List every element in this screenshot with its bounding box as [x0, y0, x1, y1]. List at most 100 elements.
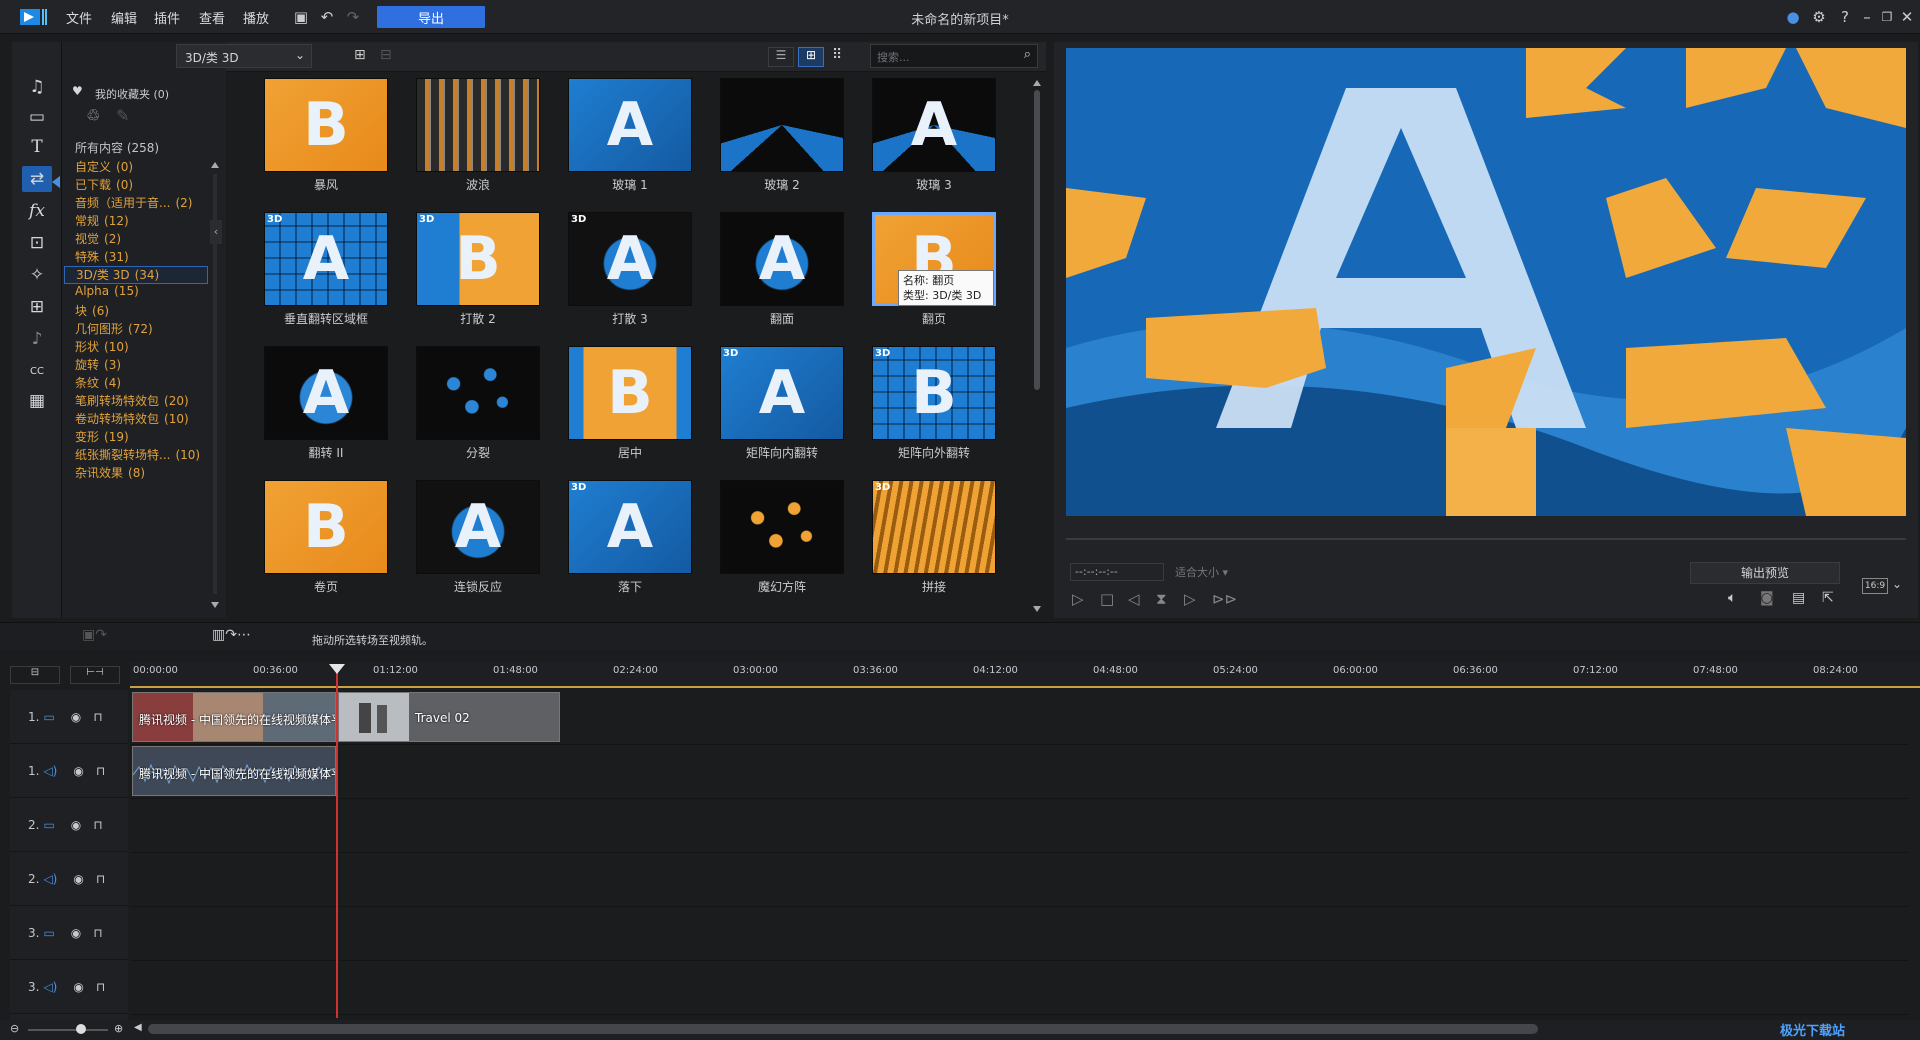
- zoom-slider-handle[interactable]: [76, 1024, 86, 1034]
- all-content-item[interactable]: 所有内容 (258): [75, 139, 159, 156]
- transition-room-icon[interactable]: ⇄: [22, 166, 52, 192]
- playhead[interactable]: [336, 672, 338, 1018]
- category-item[interactable]: 条纹 (4): [75, 374, 121, 391]
- category-item[interactable]: 形状 (10): [75, 338, 129, 355]
- grid-room-icon[interactable]: ▦: [22, 388, 52, 414]
- zoom-out-icon[interactable]: ⊖: [10, 1022, 19, 1035]
- eye-icon[interactable]: ◉: [73, 764, 83, 778]
- subtitle-icon[interactable]: ▤: [1792, 590, 1805, 606]
- chevron-down-icon[interactable]: ⌄: [1892, 577, 1902, 591]
- transition-tile[interactable]: A 玻璃 3: [872, 78, 996, 192]
- aspect-ratio-button[interactable]: 16:9: [1862, 578, 1888, 594]
- transition-tile[interactable]: 玻璃 2: [720, 78, 844, 192]
- pip-room-icon[interactable]: ⊡: [22, 230, 52, 256]
- category-item[interactable]: 3D/类 3D (34): [64, 266, 208, 284]
- gear-icon[interactable]: ⚙: [1808, 6, 1830, 28]
- fast-forward-icon[interactable]: ⊳⊳: [1212, 590, 1237, 608]
- new-item-icon[interactable]: ⊞: [354, 47, 366, 63]
- collapse-panel-icon[interactable]: ‹: [210, 220, 222, 244]
- video-clip[interactable]: 腾讯视频 - 中国领先的在线视频媒体平: [132, 692, 336, 742]
- add-favorite-icon[interactable]: ♲: [86, 106, 100, 125]
- category-item[interactable]: 纸张撕裂转场特... (10): [75, 446, 200, 463]
- lock-icon[interactable]: ⊓: [93, 926, 102, 940]
- video-room-icon[interactable]: ▭: [22, 104, 52, 130]
- fit-timeline-button[interactable]: ⊢⊣: [70, 666, 120, 684]
- split-icon[interactable]: ⧗: [1156, 590, 1167, 608]
- lock-icon[interactable]: ⊓: [96, 872, 105, 886]
- library-scrollbar[interactable]: [1032, 78, 1042, 614]
- remove-favorite-icon[interactable]: ✎: [116, 106, 129, 125]
- category-item[interactable]: 已下载 (0): [75, 176, 133, 193]
- transition-tile[interactable]: 3D 拼接: [872, 480, 996, 594]
- transition-tile[interactable]: A 3D 打散 3: [568, 212, 692, 326]
- menu-file[interactable]: 文件: [66, 8, 92, 27]
- notification-icon[interactable]: ●: [1782, 6, 1804, 28]
- remove-item-icon[interactable]: ⊟: [380, 47, 392, 63]
- favorites-item[interactable]: 我的收藏夹 (0): [95, 86, 169, 102]
- fit-size-select[interactable]: 适合大小 ▾: [1175, 564, 1228, 580]
- category-item[interactable]: 几何图形 (72): [75, 320, 153, 337]
- title-room-icon[interactable]: T: [22, 134, 52, 160]
- particle-room-icon[interactable]: ✧: [22, 262, 52, 288]
- previous-frame-icon[interactable]: ◁: [1128, 590, 1140, 608]
- seek-bar[interactable]: [1066, 538, 1906, 540]
- eye-icon[interactable]: ◉: [73, 980, 83, 994]
- transition-tile[interactable]: B 居中: [568, 346, 692, 460]
- category-item[interactable]: 自定义 (0): [75, 158, 133, 175]
- playhead-handle-icon[interactable]: [329, 664, 345, 676]
- transition-tile[interactable]: B 暴风: [264, 78, 388, 192]
- next-frame-icon[interactable]: ▷: [1184, 590, 1196, 608]
- transition-tile[interactable]: 波浪: [416, 78, 540, 192]
- list-view-icon[interactable]: ☰: [768, 47, 794, 67]
- category-item[interactable]: 变形 (19): [75, 428, 129, 445]
- menu-play[interactable]: 播放: [243, 8, 269, 27]
- audio-clip[interactable]: 腾讯视频 - 中国领先的在线视频媒体平: [132, 746, 336, 796]
- volume-icon[interactable]: 🔈︎: [1728, 590, 1736, 606]
- zoom-slider[interactable]: [28, 1029, 108, 1031]
- category-dropdown[interactable]: 3D/类 3D ⌄: [176, 44, 312, 68]
- category-item[interactable]: 视觉 (2): [75, 230, 121, 247]
- eye-icon[interactable]: ◉: [73, 872, 83, 886]
- effects-room-icon[interactable]: fx: [22, 198, 52, 224]
- small-grid-icon[interactable]: ⠿: [832, 47, 842, 63]
- subtitle-room-icon[interactable]: CC: [22, 358, 52, 384]
- lock-icon[interactable]: ⊓: [93, 710, 102, 724]
- transition-tile[interactable]: A 玻璃 1: [568, 78, 692, 192]
- transition-tile[interactable]: A 3D 落下: [568, 480, 692, 594]
- search-icon[interactable]: ⌕: [1024, 47, 1031, 62]
- chapter-room-icon[interactable]: ⊞: [22, 294, 52, 320]
- stop-icon[interactable]: □: [1100, 590, 1114, 608]
- eye-icon[interactable]: ◉: [71, 818, 81, 832]
- play-icon[interactable]: ▷: [1072, 590, 1084, 608]
- export-button[interactable]: 导出: [377, 6, 485, 28]
- category-item[interactable]: 常规 (12): [75, 212, 129, 229]
- lock-icon[interactable]: ⊓: [96, 764, 105, 778]
- zoom-in-icon[interactable]: ⊕: [114, 1022, 123, 1035]
- category-item[interactable]: 杂讯效果 (8): [75, 464, 145, 481]
- media-room-icon[interactable]: ♫: [22, 74, 52, 100]
- transition-tile[interactable]: B 3D 矩阵向外翻转: [872, 346, 996, 460]
- category-item[interactable]: 特殊 (31): [75, 248, 129, 265]
- transition-tile[interactable]: A 连锁反应: [416, 480, 540, 594]
- timeline-ruler[interactable]: 00:00:00 00:36:00 01:12:00 01:48:00 02:24:00…: [130, 662, 1920, 688]
- transition-tile[interactable]: 分裂: [416, 346, 540, 460]
- eye-icon[interactable]: ◉: [71, 926, 81, 940]
- edit-clip-icon[interactable]: ▣↷: [82, 627, 107, 643]
- transition-tile[interactable]: A 3D 垂直翻转区域框: [264, 212, 388, 326]
- lock-icon[interactable]: ⊓: [96, 980, 105, 994]
- scroll-left-icon[interactable]: ◀: [134, 1022, 142, 1033]
- timeline-hscroll[interactable]: [148, 1024, 1538, 1034]
- category-item[interactable]: 音频（适用于音... (2): [75, 194, 192, 211]
- category-item[interactable]: 笔刷转场特效包 (20): [75, 392, 189, 409]
- microphone-icon[interactable]: ♪: [22, 326, 52, 352]
- redo-icon[interactable]: ↷: [342, 6, 364, 28]
- timecode-field[interactable]: --:--:--:--: [1070, 563, 1164, 581]
- transition-tile[interactable]: 魔幻方阵: [720, 480, 844, 594]
- transition-tile[interactable]: A 3D 矩阵向内翻转: [720, 346, 844, 460]
- transition-tile[interactable]: A 翻面: [720, 212, 844, 326]
- help-icon[interactable]: ?: [1834, 6, 1856, 28]
- category-item[interactable]: 块 (6): [75, 302, 109, 319]
- minimize-icon[interactable]: –: [1856, 6, 1878, 28]
- undock-icon[interactable]: ⇱: [1822, 590, 1834, 606]
- category-item[interactable]: 旋转 (3): [75, 356, 121, 373]
